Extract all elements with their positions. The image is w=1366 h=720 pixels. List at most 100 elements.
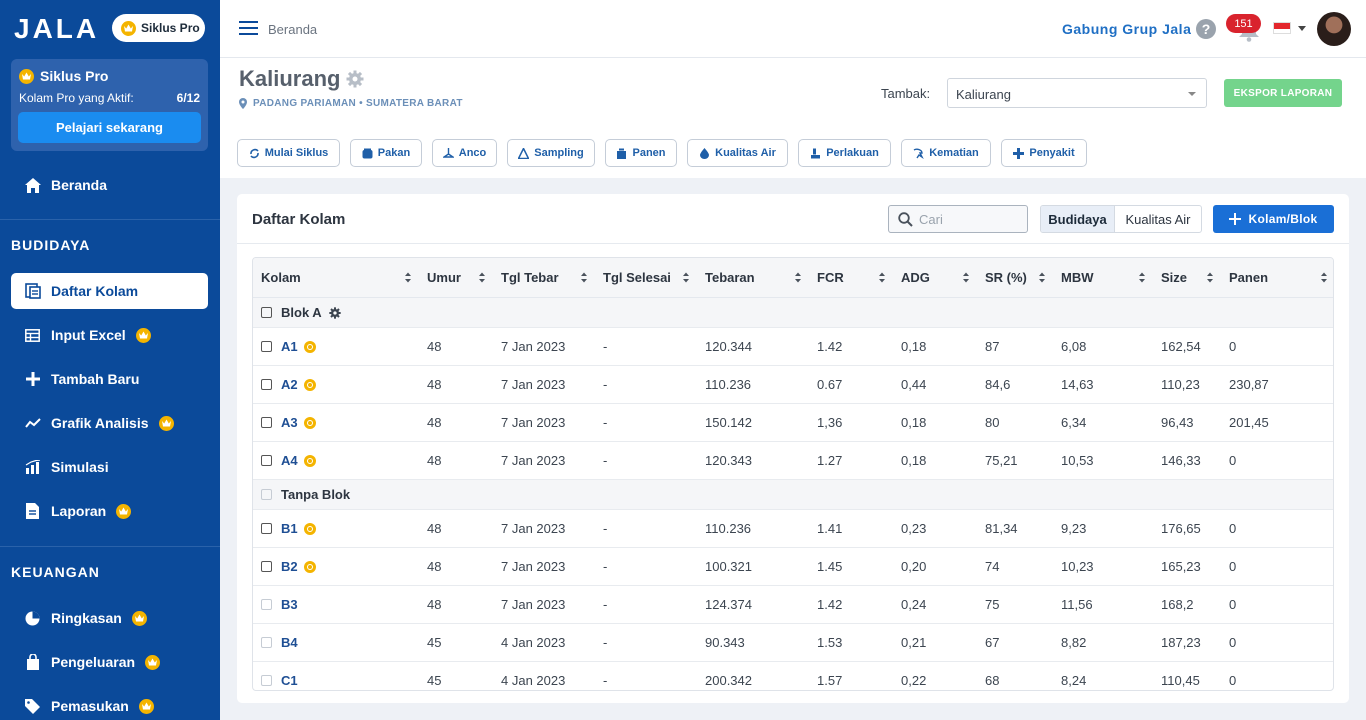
checkbox[interactable] xyxy=(261,489,272,501)
pond-link[interactable]: B1 xyxy=(281,521,298,536)
gear-icon[interactable] xyxy=(346,70,364,88)
jala-logo[interactable]: JALA xyxy=(14,14,99,44)
checkbox[interactable] xyxy=(261,417,272,429)
column-header-mbw[interactable]: MBW xyxy=(1053,258,1153,298)
sidebar-item-grafik-analisis[interactable]: Grafik Analisis xyxy=(11,405,208,441)
tambak-select[interactable]: Kaliurang xyxy=(947,78,1207,108)
penyakit-button[interactable]: Penyakit xyxy=(1001,139,1087,167)
table-row[interactable]: A1 48 7 Jan 2023-120.344 1.42 0,18 87 6,08 162,… xyxy=(253,327,1333,366)
add-pond-block-button[interactable]: Kolam/Blok xyxy=(1213,205,1334,233)
cell-adg: 0,18 xyxy=(893,441,977,480)
table-row[interactable]: B3 48 7 Jan 2023-124.374 1.42 0,24 75 11,56 168… xyxy=(253,585,1333,624)
pro-badge-icon xyxy=(303,560,316,573)
cell-umur: 48 xyxy=(419,547,493,586)
mulai-siklus-button[interactable]: Mulai Siklus xyxy=(237,139,340,167)
column-header-panen[interactable]: Panen xyxy=(1221,258,1333,298)
sort-icon xyxy=(795,272,801,283)
sidebar-item-ringkasan[interactable]: Ringkasan xyxy=(11,600,208,636)
avatar[interactable] xyxy=(1317,12,1351,46)
pond-link[interactable]: A2 xyxy=(281,377,298,392)
tab-kualitas-air[interactable]: Kualitas Air xyxy=(1115,206,1201,232)
cell-panen: 0 xyxy=(1221,547,1333,586)
location: PADANG PARIAMAN • SUMATERA BARAT xyxy=(239,98,463,109)
table-row[interactable]: B4 45 4 Jan 2023-90.343 1.53 0,21 67 8,82 187,2… xyxy=(253,623,1333,662)
pond-link[interactable]: B3 xyxy=(281,597,298,612)
siklus-pro-pill[interactable]: Siklus Pro xyxy=(112,14,205,42)
mortality-icon xyxy=(913,148,925,159)
harvest-icon xyxy=(616,148,627,159)
gear-icon[interactable] xyxy=(329,306,341,319)
sidebar-item-label: Grafik Analisis xyxy=(51,415,149,431)
column-header-size[interactable]: Size xyxy=(1153,258,1221,298)
sidebar-item-laporan[interactable]: Laporan xyxy=(11,493,208,529)
column-header-kolam[interactable]: Kolam xyxy=(253,258,419,298)
checkbox[interactable] xyxy=(261,675,272,687)
perlakuan-button[interactable]: Perlakuan xyxy=(798,139,891,167)
panen-button[interactable]: Panen xyxy=(605,139,677,167)
table-row[interactable]: C1 45 4 Jan 2023-200.342 1.57 0,22 68 8,24 110,… xyxy=(253,661,1333,690)
notification-badge[interactable]: 151 xyxy=(1226,14,1261,33)
hamburger-menu-icon[interactable] xyxy=(239,21,258,35)
pond-table: Kolam Umur Tgl Tebar Tgl Selesai Tebaran… xyxy=(253,258,1333,690)
pro-badge-icon xyxy=(303,340,316,353)
pond-link[interactable]: A1 xyxy=(281,339,298,354)
table-row[interactable]: A4 48 7 Jan 2023-120.343 1.27 0,18 75,21 10,53… xyxy=(253,441,1333,480)
checkbox[interactable] xyxy=(261,523,272,535)
pond-link[interactable]: A3 xyxy=(281,415,298,430)
pakan-button[interactable]: Pakan xyxy=(350,139,422,167)
join-group-link[interactable]: Gabung Grup Jala xyxy=(1062,21,1191,37)
tab-budidaya[interactable]: Budidaya xyxy=(1041,206,1115,232)
column-header-adg[interactable]: ADG xyxy=(893,258,977,298)
checkbox[interactable] xyxy=(261,455,272,467)
cell-sr: 87 xyxy=(977,327,1053,366)
table-row[interactable]: A2 48 7 Jan 2023-110.236 0.67 0,44 84,6 14,63 1… xyxy=(253,365,1333,404)
anco-button[interactable]: Anco xyxy=(432,139,497,167)
pond-link[interactable]: C1 xyxy=(281,673,298,688)
column-header-fcr[interactable]: FCR xyxy=(809,258,893,298)
sidebar-item-tambah-baru[interactable]: Tambah Baru xyxy=(11,361,208,397)
column-header-sr[interactable]: SR (%) xyxy=(977,258,1053,298)
table-row[interactable]: B2 48 7 Jan 2023-100.321 1.45 0,20 74 10,23 165… xyxy=(253,547,1333,586)
sidebar-item-label: Input Excel xyxy=(51,327,126,343)
checkbox[interactable] xyxy=(261,379,272,391)
kualitas-air-button[interactable]: Kualitas Air xyxy=(687,139,788,167)
sampling-button[interactable]: Sampling xyxy=(507,139,595,167)
kematian-button[interactable]: Kematian xyxy=(901,139,991,167)
cell-mbw: 8,82 xyxy=(1053,623,1153,662)
cell-mbw: 14,63 xyxy=(1053,365,1153,404)
table-row[interactable]: B1 48 7 Jan 2023-110.236 1.41 0,23 81,34 9,23 1… xyxy=(253,509,1333,548)
search-placeholder: Cari xyxy=(919,211,943,227)
sidebar-item-input-excel[interactable]: Input Excel xyxy=(11,317,208,353)
help-icon[interactable]: ? xyxy=(1196,19,1216,39)
learn-now-button[interactable]: Pelajari sekarang xyxy=(18,112,201,143)
checkbox[interactable] xyxy=(261,307,272,319)
export-report-button[interactable]: EKSPOR LAPORAN xyxy=(1224,79,1342,107)
checkbox[interactable] xyxy=(261,637,272,649)
divider xyxy=(0,219,220,220)
sidebar-item-simulasi[interactable]: Simulasi xyxy=(11,449,208,485)
table-row[interactable]: A3 48 7 Jan 2023-150.142 1,36 0,18 80 6,34 96,4… xyxy=(253,403,1333,442)
breadcrumb[interactable]: Beranda xyxy=(268,22,317,37)
cell-tebaran: 124.374 xyxy=(697,585,809,624)
column-header-tgl-tebar[interactable]: Tgl Tebar xyxy=(493,258,595,298)
pond-link[interactable]: B4 xyxy=(281,635,298,650)
sidebar-item-beranda[interactable]: Beranda xyxy=(11,167,208,203)
topbar: Beranda Gabung Grup Jala ? 151 xyxy=(220,0,1366,58)
checkbox[interactable] xyxy=(261,341,272,353)
view-toggle: Budidaya Kualitas Air xyxy=(1040,205,1202,233)
sidebar-item-daftar-kolam[interactable]: Daftar Kolam xyxy=(11,273,208,309)
pond-link[interactable]: A4 xyxy=(281,453,298,468)
sidebar-item-pemasukan[interactable]: Pemasukan xyxy=(11,688,208,720)
cell-kolam: C1 xyxy=(253,661,419,690)
indonesia-flag-icon[interactable] xyxy=(1273,22,1291,34)
checkbox[interactable] xyxy=(261,561,272,573)
sidebar-item-pengeluaran[interactable]: Pengeluaran xyxy=(11,644,208,680)
checkbox[interactable] xyxy=(261,599,272,611)
search-input[interactable]: Cari xyxy=(888,205,1028,233)
pond-link[interactable]: B2 xyxy=(281,559,298,574)
cell-adg: 0,20 xyxy=(893,547,977,586)
column-header-tebaran[interactable]: Tebaran xyxy=(697,258,809,298)
column-header-umur[interactable]: Umur xyxy=(419,258,493,298)
column-header-tgl-selesai[interactable]: Tgl Selesai xyxy=(595,258,697,298)
chevron-down-icon[interactable] xyxy=(1298,26,1306,31)
